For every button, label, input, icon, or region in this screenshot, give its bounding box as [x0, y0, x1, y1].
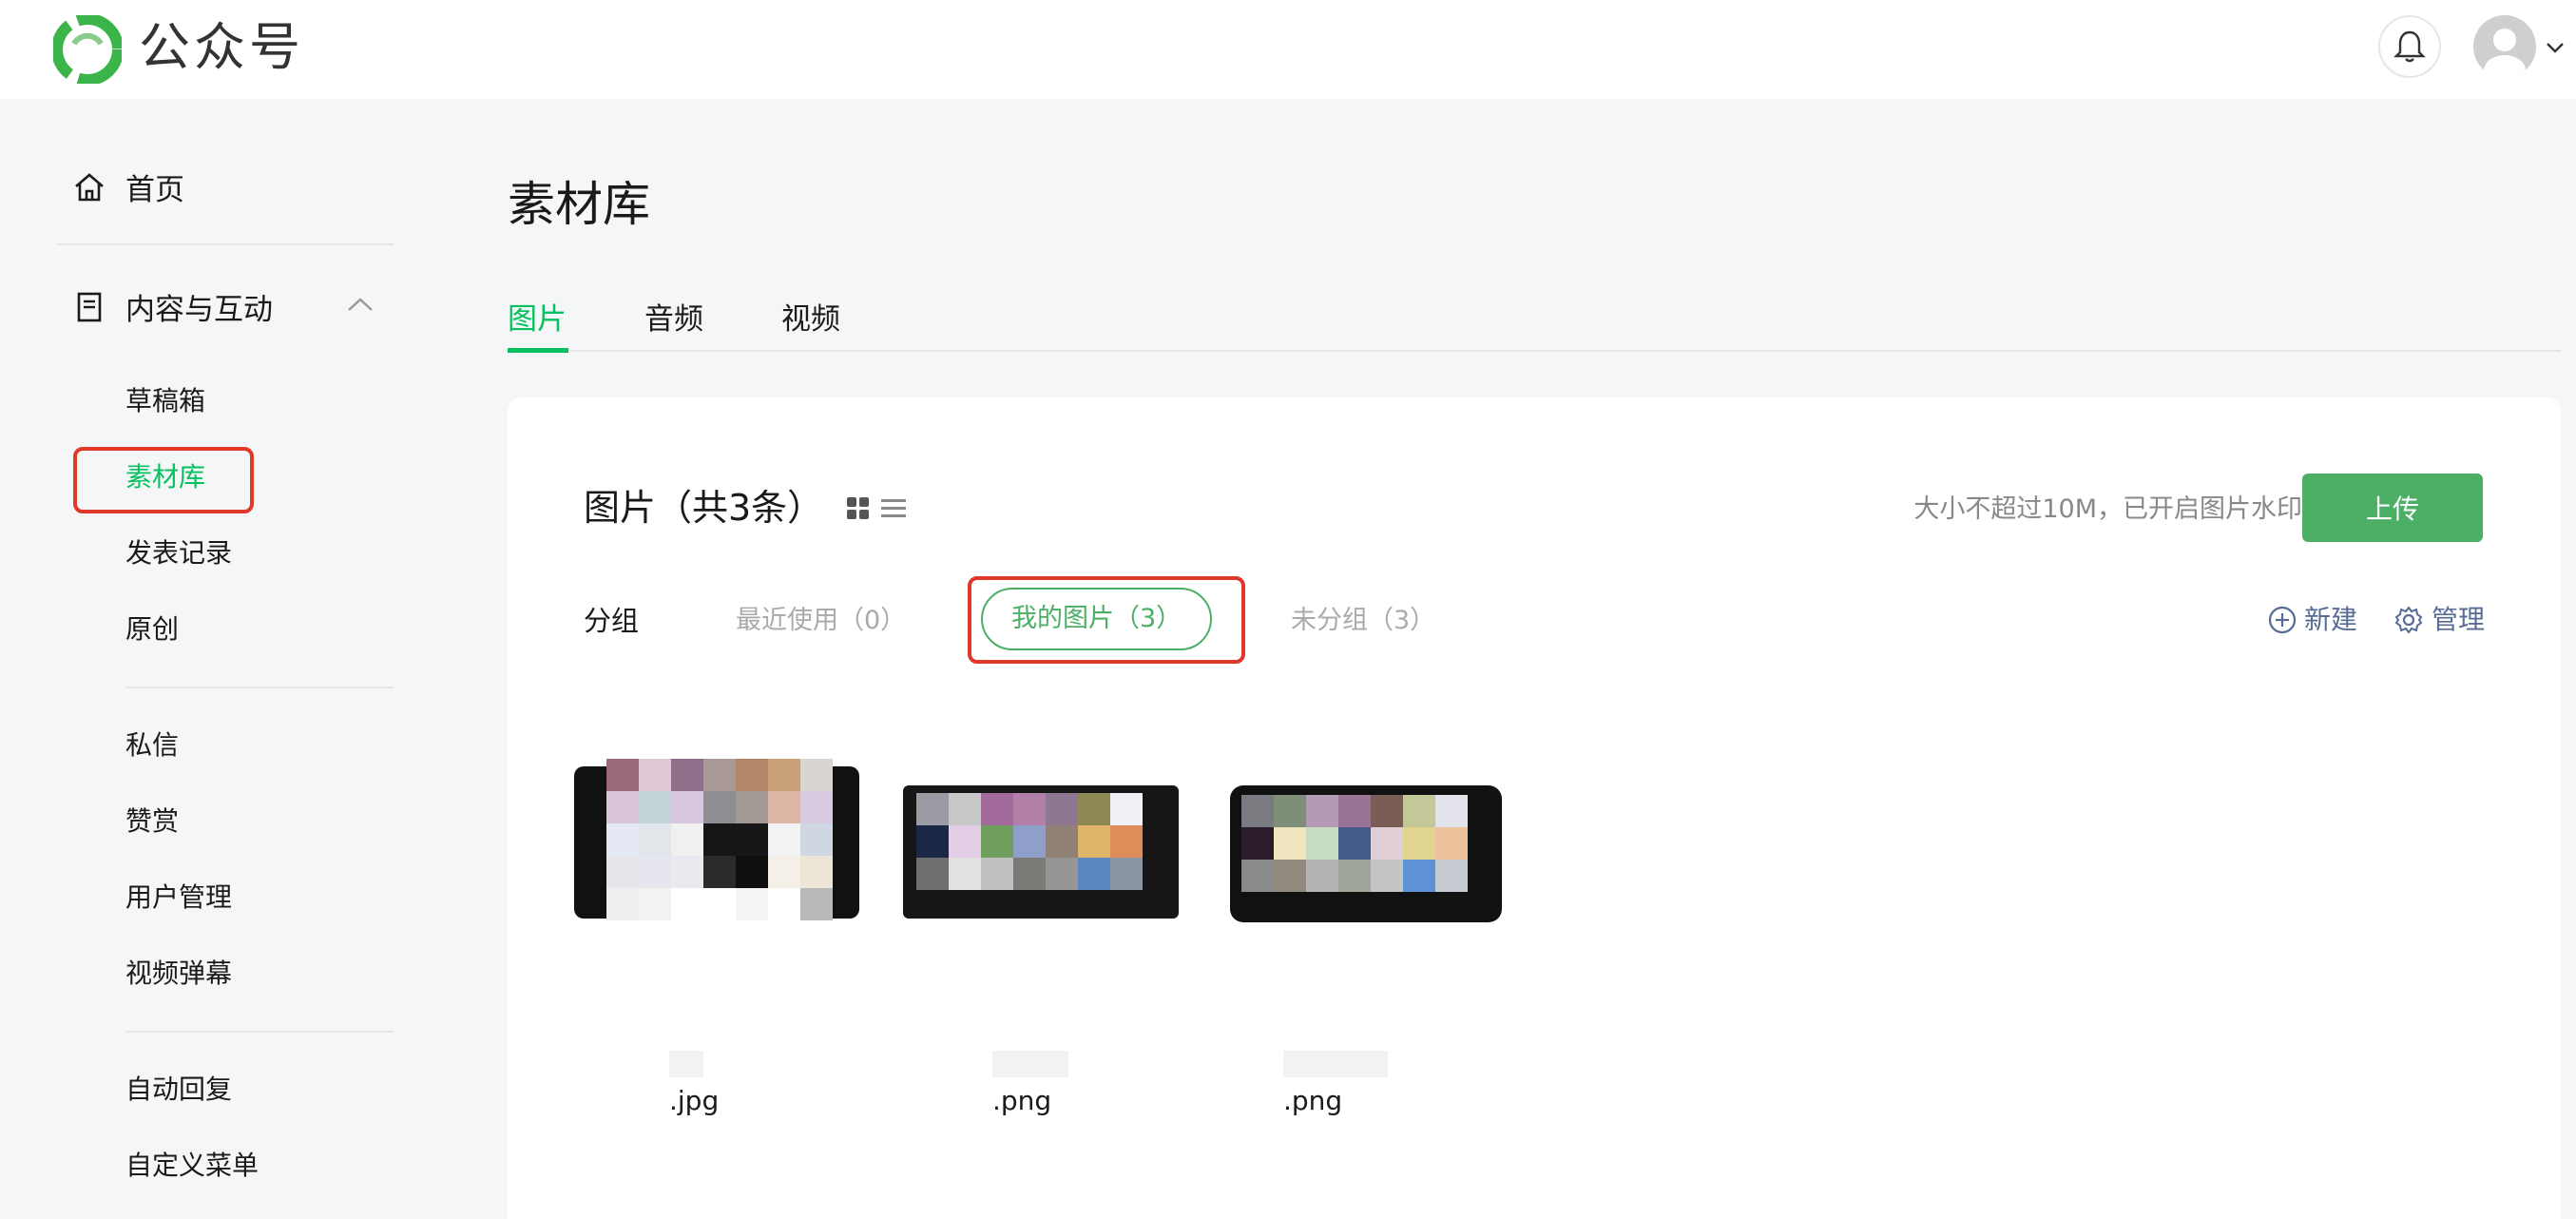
group-ungrouped[interactable]: 未分组（3） [1291, 601, 1435, 641]
upload-hint: 大小不超过10M，已开启图片水印 ? [1913, 491, 2354, 529]
tab-audio[interactable]: 音频 [644, 299, 703, 340]
brand-name: 公众号 [139, 17, 304, 77]
image-thumbnail[interactable] [1230, 759, 1515, 930]
manage-group-button[interactable]: 管理 [2393, 601, 2485, 639]
group-actions: 新建 管理 [2268, 601, 2485, 639]
group-label: 分组 [584, 605, 640, 637]
sidebar-item-drafts[interactable]: 草稿箱 [125, 382, 205, 420]
tab-video[interactable]: 视频 [781, 299, 840, 340]
sidebar: 首页 内容与互动 草稿箱 素材库 发表记录 原创 私信 赞赏 用户管理 视频弹幕… [0, 99, 456, 1219]
bell-icon [2393, 30, 2426, 63]
divider [57, 243, 394, 245]
file-extension: .png [992, 1085, 1052, 1116]
sidebar-section-content[interactable]: 内容与互动 [72, 285, 386, 328]
file-name: .png [992, 1044, 1068, 1120]
sidebar-item-home[interactable]: 首页 [72, 165, 184, 208]
home-icon [75, 172, 104, 201]
sidebar-item-video-danmaku[interactable]: 视频弹幕 [125, 955, 232, 993]
page-title: 素材库 [508, 177, 650, 232]
sidebar-item-label: 首页 [125, 173, 184, 207]
top-bar: 公众号 [0, 0, 2576, 99]
wechat-official-logo-icon[interactable] [53, 15, 122, 84]
divider [125, 1031, 394, 1033]
sidebar-item-auto-reply[interactable]: 自动回复 [125, 1071, 232, 1109]
view-toggle [846, 496, 907, 521]
media-tabs: 图片 音频 视频 [508, 295, 2561, 353]
file-extension: .jpg [669, 1085, 720, 1116]
new-group-button[interactable]: 新建 [2268, 601, 2357, 639]
document-icon [77, 292, 102, 321]
grid-view-icon[interactable] [846, 496, 871, 521]
tab-images[interactable]: 图片 [508, 299, 568, 353]
image-library-card: 图片（共3条） 大小不超过10M，已开启图片水印 ? 上传 分组 最近使用（0）… [508, 397, 2561, 1219]
sidebar-item-original[interactable]: 原创 [125, 610, 179, 648]
group-recent[interactable]: 最近使用（0） [736, 601, 906, 641]
card-title: 图片（共3条） [584, 487, 824, 529]
plus-circle-icon [2268, 606, 2297, 634]
user-avatar-icon [2484, 29, 2526, 78]
highlight-annotation [73, 447, 254, 513]
sidebar-item-appreciate[interactable]: 赞赏 [125, 803, 179, 841]
highlight-annotation [968, 576, 1245, 664]
chevron-up-icon [348, 298, 373, 311]
image-thumbnail[interactable] [903, 759, 1188, 930]
upload-button[interactable]: 上传 [2302, 474, 2483, 542]
image-thumbnail[interactable] [574, 759, 859, 930]
sidebar-item-user-management[interactable]: 用户管理 [125, 879, 232, 917]
sidebar-item-messages[interactable]: 私信 [125, 726, 179, 764]
file-name: .png [1283, 1044, 1388, 1120]
notification-button[interactable] [2378, 15, 2441, 78]
user-avatar[interactable] [2473, 15, 2536, 78]
group-filter: 分组 最近使用（0） 我的图片（3） 未分组（3） [584, 576, 2485, 664]
divider [125, 687, 394, 688]
manage-group-label: 管理 [2431, 604, 2485, 635]
tab-label: 图片 [508, 302, 567, 337]
hint-text: 大小不超过10M，已开启图片水印 [1913, 494, 2302, 524]
chevron-down-icon[interactable] [2544, 38, 2566, 57]
file-extension: .png [1283, 1085, 1343, 1116]
sidebar-section-label: 内容与互动 [125, 293, 273, 327]
sidebar-item-custom-menu[interactable]: 自定义菜单 [125, 1147, 259, 1185]
gear-icon [2394, 606, 2423, 634]
file-name: .jpg [669, 1044, 719, 1120]
active-tab-indicator [508, 348, 568, 353]
list-view-icon[interactable] [880, 496, 907, 521]
new-group-label: 新建 [2303, 604, 2357, 635]
sidebar-item-publish-records[interactable]: 发表记录 [125, 534, 232, 572]
